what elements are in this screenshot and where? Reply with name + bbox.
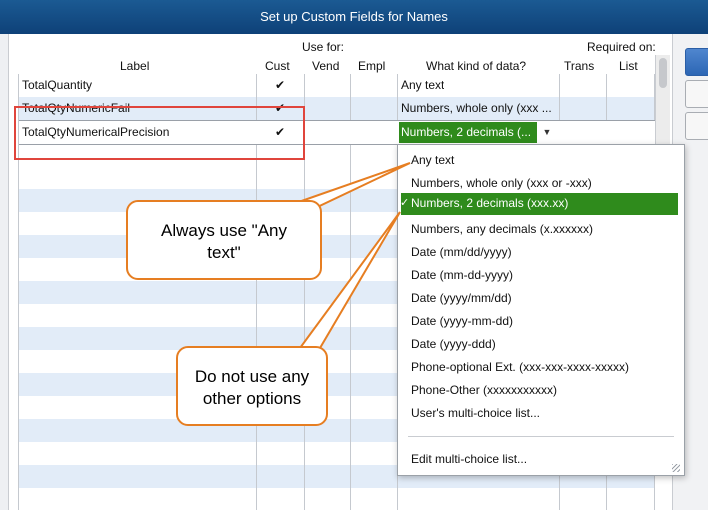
- highlight-box: [14, 106, 305, 160]
- scrollbar-thumb[interactable]: [659, 58, 667, 88]
- data-kind-combobox[interactable]: Numbers, 2 decimals (... ▼: [399, 122, 557, 143]
- empl-column-header: Empl: [358, 59, 386, 73]
- window-title: Set up Custom Fields for Names: [260, 9, 448, 24]
- callout-text-line: Always use "Any: [160, 221, 288, 240]
- title-bar: Set up Custom Fields for Names: [0, 0, 708, 34]
- dropdown-option-selected[interactable]: ✓ Numbers, 2 decimals (xxx.xx): [400, 193, 678, 215]
- help-button[interactable]: [685, 112, 708, 140]
- cancel-button[interactable]: [685, 80, 708, 108]
- callout-any-text: Always use "Any text": [126, 200, 322, 280]
- callout-text-line: Do not use any: [194, 367, 310, 386]
- data-kind-cell[interactable]: Numbers, whole only (xxx ...: [401, 97, 552, 120]
- vend-column-header: Vend: [312, 59, 340, 73]
- dropdown-option[interactable]: Date (mm-dd-yyyy): [411, 268, 513, 282]
- callout-no-other-options: Do not use any other options: [176, 346, 328, 426]
- dropdown-option[interactable]: Numbers, whole only (xxx or -xxx): [411, 176, 592, 190]
- edit-multi-choice-option[interactable]: Edit multi-choice list...: [411, 452, 527, 466]
- left-edge: [0, 34, 9, 510]
- dropdown-option[interactable]: Any text: [411, 153, 454, 167]
- cust-checkbox[interactable]: ✔: [275, 74, 285, 97]
- dropdown-option[interactable]: Date (yyyy-ddd): [411, 337, 496, 351]
- dropdown-option[interactable]: Date (yyyy-mm-dd): [411, 314, 513, 328]
- dropdown-option[interactable]: Phone-optional Ext. (xxx-xxx-xxxx-xxxxx): [411, 360, 629, 374]
- kind-column-header: What kind of data?: [426, 59, 527, 73]
- callout-text-line: text": [207, 243, 241, 262]
- cust-column-header: Cust: [265, 59, 290, 73]
- dropdown-option[interactable]: User's multi-choice list...: [411, 406, 540, 420]
- chevron-down-icon[interactable]: ▼: [537, 122, 557, 143]
- dropdown-separator: [408, 436, 674, 437]
- ok-button[interactable]: [685, 48, 708, 76]
- dropdown-option-label: Numbers, 2 decimals (xxx.xx): [411, 196, 569, 210]
- label-column-header: Label: [120, 59, 150, 73]
- field-label: TotalQuantity: [22, 78, 93, 92]
- use-for-header: Use for:: [302, 40, 345, 54]
- table-row[interactable]: TotalQuantity ✔ Any text: [19, 74, 655, 97]
- dropdown-option[interactable]: Numbers, any decimals (x.xxxxxx): [411, 222, 593, 236]
- data-kind-dropdown: Any text Numbers, whole only (xxx or -xx…: [397, 144, 685, 476]
- dropdown-option[interactable]: Phone-Other (xxxxxxxxxxx): [411, 383, 557, 397]
- dropdown-option[interactable]: Date (yyyy/mm/dd): [411, 291, 512, 305]
- data-kind-value: Numbers, 2 decimals (...: [401, 125, 532, 139]
- data-kind-cell[interactable]: Any text: [401, 74, 444, 97]
- required-on-header: Required on:: [587, 40, 656, 54]
- list-column-header: List: [619, 59, 638, 73]
- trans-column-header: Trans: [564, 59, 595, 73]
- dropdown-option[interactable]: Date (mm/dd/yyyy): [411, 245, 512, 259]
- callout-text-line: other options: [202, 389, 302, 408]
- resize-grip-icon[interactable]: [672, 464, 680, 472]
- checkmark-icon: ✓: [400, 197, 410, 209]
